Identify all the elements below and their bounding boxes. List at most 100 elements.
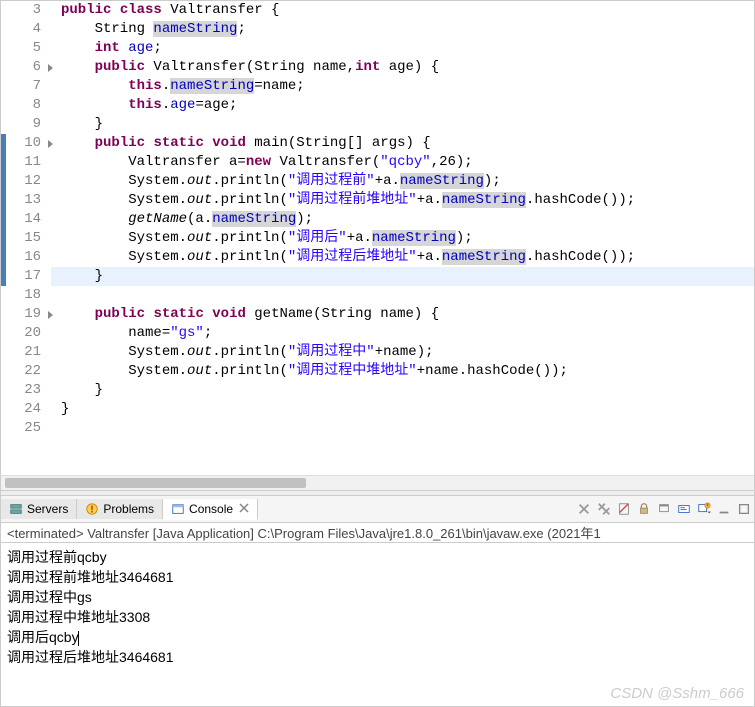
termination-status: <terminated> Valtransfer [Java Applicati… [1, 523, 754, 543]
code-line[interactable]: 14 getName(a.nameString); [1, 210, 754, 229]
code-line[interactable]: 15 System.out.println("调用后"+a.nameString… [1, 229, 754, 248]
code-text[interactable]: getName(a.nameString); [51, 210, 313, 229]
line-number[interactable]: 10 [1, 134, 51, 153]
code-line[interactable]: 7 this.nameString=name; [1, 77, 754, 96]
line-number[interactable]: 9 [1, 115, 51, 134]
code-text[interactable]: System.out.println("调用后"+a.nameString); [51, 229, 473, 248]
code-text[interactable]: this.nameString=name; [51, 77, 305, 96]
code-text[interactable]: public Valtransfer(String name,int age) … [51, 58, 439, 77]
tab-bar: Servers Problems Console [1, 496, 754, 523]
line-number[interactable]: 3 [1, 1, 51, 20]
code-line[interactable]: 4 String nameString; [1, 20, 754, 39]
console-line: 调用过程前qcby [7, 547, 748, 567]
code-text[interactable]: } [51, 267, 103, 286]
line-number[interactable]: 16 [1, 248, 51, 267]
tab-label: Console [189, 502, 233, 516]
line-number[interactable]: 4 [1, 20, 51, 39]
tab-label: Servers [27, 502, 68, 516]
line-number[interactable]: 12 [1, 172, 51, 191]
code-line[interactable]: 8 this.age=age; [1, 96, 754, 115]
line-number[interactable]: 17 [1, 267, 51, 286]
code-text[interactable]: public static void main(String[] args) { [51, 134, 431, 153]
console-output[interactable]: 调用过程前qcby调用过程前堆地址3464681调用过程中gs调用过程中堆地址3… [1, 543, 754, 706]
horizontal-scrollbar[interactable] [1, 475, 754, 490]
code-text[interactable]: System.out.println("调用过程中堆地址"+name.hashC… [51, 362, 568, 381]
code-text[interactable]: name="gs"; [51, 324, 212, 343]
remove-launch-icon[interactable] [574, 500, 594, 518]
code-text[interactable]: System.out.println("调用过程中"+name); [51, 343, 434, 362]
line-number[interactable]: 22 [1, 362, 51, 381]
code-text[interactable]: System.out.println("调用过程前堆地址"+a.nameStri… [51, 191, 635, 210]
code-line[interactable]: 9 } [1, 115, 754, 134]
line-number[interactable]: 18 [1, 286, 51, 305]
tab-console[interactable]: Console [163, 499, 258, 520]
code-line[interactable]: 21 System.out.println("调用过程中"+name); [1, 343, 754, 362]
code-line[interactable]: 11 Valtransfer a=new Valtransfer("qcby",… [1, 153, 754, 172]
bottom-panel: Servers Problems Console [1, 496, 754, 706]
code-line[interactable]: 20 name="gs"; [1, 324, 754, 343]
line-number[interactable]: 14 [1, 210, 51, 229]
code-line[interactable]: 22 System.out.println("调用过程中堆地址"+name.ha… [1, 362, 754, 381]
code-line[interactable]: 13 System.out.println("调用过程前堆地址"+a.nameS… [1, 191, 754, 210]
watermark-text: CSDN @Sshm_666 [610, 685, 744, 702]
line-number[interactable]: 6 [1, 58, 51, 77]
code-line[interactable]: 19 public static void getName(String nam… [1, 305, 754, 324]
minimize-icon[interactable] [714, 500, 734, 518]
line-number[interactable]: 5 [1, 39, 51, 58]
code-line[interactable]: 16 System.out.println("调用过程后堆地址"+a.nameS… [1, 248, 754, 267]
console-line: 调用过程后堆地址3464681 [7, 647, 748, 667]
code-text[interactable]: String nameString; [51, 20, 246, 39]
line-number[interactable]: 20 [1, 324, 51, 343]
code-line[interactable]: 12 System.out.println("调用过程前"+a.nameStri… [1, 172, 754, 191]
server-icon [9, 502, 23, 516]
code-text[interactable]: System.out.println("调用过程后堆地址"+a.nameStri… [51, 248, 635, 267]
code-text[interactable]: } [51, 115, 103, 134]
tab-servers[interactable]: Servers [1, 499, 77, 519]
line-number[interactable]: 15 [1, 229, 51, 248]
line-number[interactable]: 11 [1, 153, 51, 172]
code-line[interactable]: 18 [1, 286, 754, 305]
code-text[interactable]: public class Valtransfer { [51, 1, 279, 20]
code-line[interactable]: 23 } [1, 381, 754, 400]
code-text[interactable]: Valtransfer a=new Valtransfer("qcby",26)… [51, 153, 473, 172]
code-text[interactable]: public static void getName(String name) … [51, 305, 439, 324]
code-line[interactable]: 6 public Valtransfer(String name,int age… [1, 58, 754, 77]
code-text[interactable]: System.out.println("调用过程前"+a.nameString)… [51, 172, 501, 191]
scroll-lock-icon[interactable] [634, 500, 654, 518]
line-number[interactable]: 7 [1, 77, 51, 96]
code-text[interactable]: } [51, 400, 69, 419]
code-line[interactable]: 5 int age; [1, 39, 754, 58]
code-line[interactable]: 10 public static void main(String[] args… [1, 134, 754, 153]
console-line: 调用过程中堆地址3308 [7, 607, 748, 627]
console-line: 调用后qcby [7, 627, 748, 647]
remove-all-icon[interactable] [594, 500, 614, 518]
console-line: 调用过程前堆地址3464681 [7, 567, 748, 587]
clear-console-icon[interactable] [614, 500, 634, 518]
tab-label: Problems [103, 502, 154, 516]
line-number[interactable]: 8 [1, 96, 51, 115]
code-line[interactable]: 17 } [1, 267, 754, 286]
code-text[interactable]: int age; [51, 39, 162, 58]
line-number[interactable]: 24 [1, 400, 51, 419]
code-text[interactable]: this.age=age; [51, 96, 237, 115]
scrollbar-thumb[interactable] [5, 478, 306, 488]
code-line[interactable]: 3public class Valtransfer { [1, 1, 754, 20]
ide-window: 3public class Valtransfer {4 String name… [0, 0, 755, 707]
code-text[interactable]: } [51, 381, 103, 400]
line-number[interactable]: 21 [1, 343, 51, 362]
line-number[interactable]: 19 [1, 305, 51, 324]
code-line[interactable]: 24} [1, 400, 754, 419]
tab-problems[interactable]: Problems [77, 499, 163, 519]
problems-icon [85, 502, 99, 516]
line-number[interactable]: 23 [1, 381, 51, 400]
open-console-dropdown-icon[interactable] [694, 500, 714, 518]
display-selected-icon[interactable] [674, 500, 694, 518]
line-number[interactable]: 25 [1, 419, 51, 438]
pin-console-icon[interactable] [654, 500, 674, 518]
maximize-icon[interactable] [734, 500, 754, 518]
console-icon [171, 502, 185, 516]
close-icon[interactable] [239, 502, 249, 516]
line-number[interactable]: 13 [1, 191, 51, 210]
code-editor[interactable]: 3public class Valtransfer {4 String name… [1, 1, 754, 475]
code-line[interactable]: 25 [1, 419, 754, 438]
